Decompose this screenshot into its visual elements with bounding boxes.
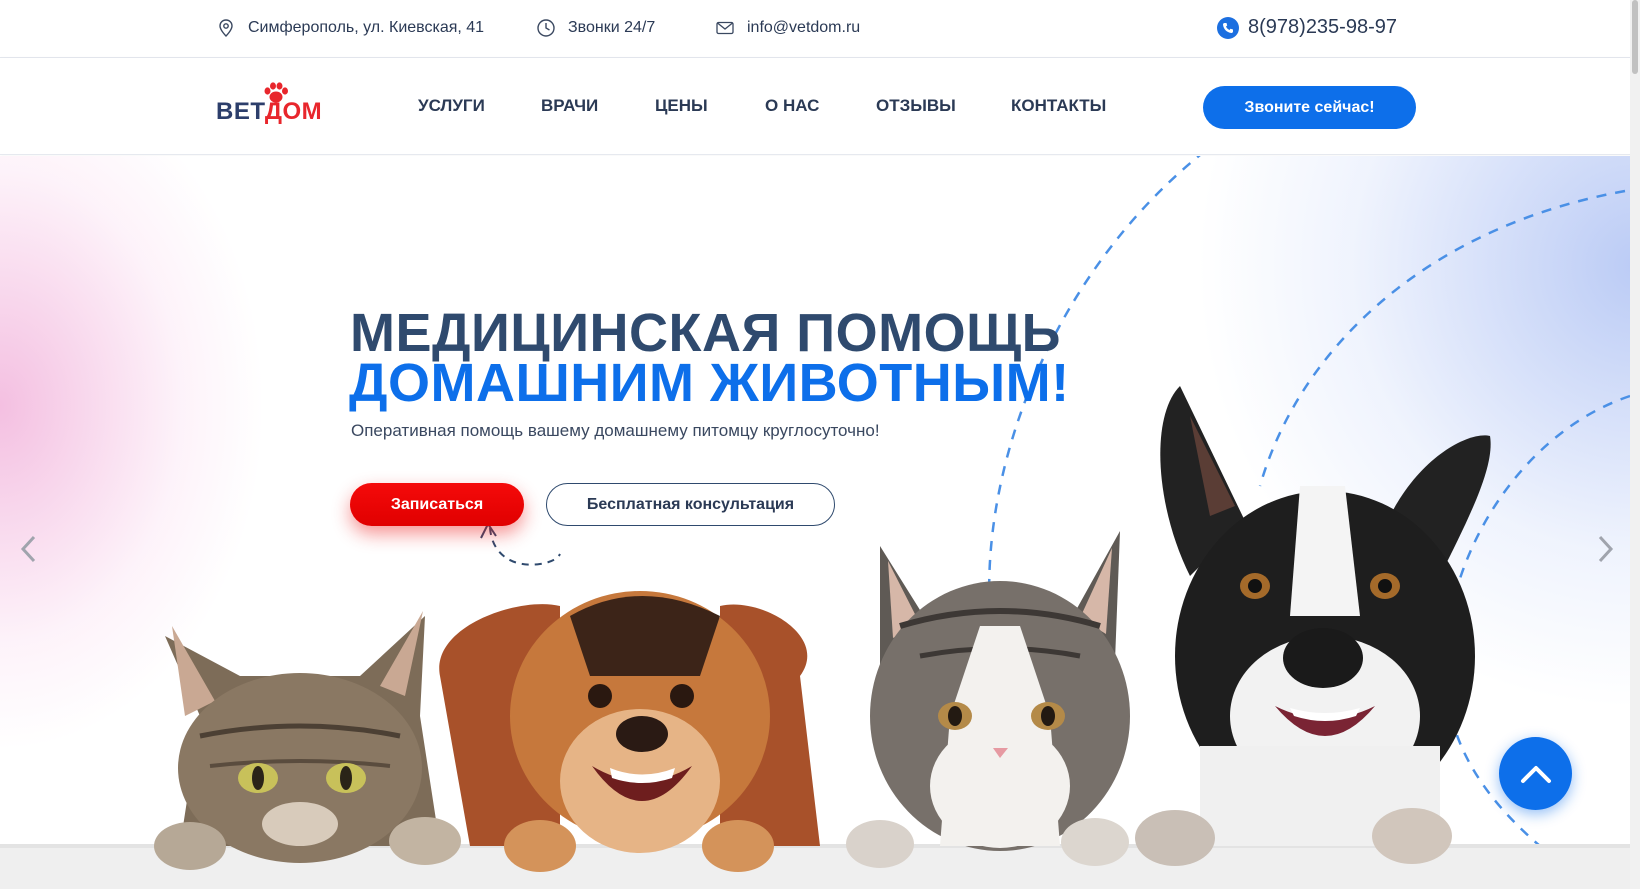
- call-now-button[interactable]: Звоните сейчас!: [1203, 86, 1416, 129]
- scroll-to-top-button[interactable]: [1499, 737, 1572, 810]
- nav-item-services[interactable]: УСЛУГИ: [418, 96, 485, 116]
- brown-dog-illustration: [439, 591, 820, 872]
- main-navbar: ВЕТДОМ УСЛУГИ ВРАЧИ ЦЕНЫ О НАС ОТЗЫВЫ КО…: [0, 58, 1640, 155]
- nav-item-doctors[interactable]: ВРАЧИ: [541, 96, 598, 116]
- chevron-left-icon: [20, 535, 36, 563]
- email-info[interactable]: info@vetdom.ru: [715, 18, 860, 38]
- phone-icon: [1217, 16, 1239, 39]
- logo[interactable]: ВЕТДОМ: [216, 82, 326, 128]
- scrollbar-thumb[interactable]: [1632, 0, 1638, 74]
- kitten-illustration: [846, 531, 1130, 868]
- address-info: Симферополь, ул. Киевская, 41: [216, 18, 484, 38]
- page-scrollbar[interactable]: [1630, 0, 1640, 889]
- free-consultation-button[interactable]: Бесплатная консультация: [546, 483, 835, 526]
- hero-subtitle: Оперативная помощь вашему домашнему пито…: [351, 421, 880, 440]
- address-text: Симферополь, ул. Киевская, 41: [248, 19, 485, 36]
- nav-item-about[interactable]: О НАС: [765, 96, 819, 116]
- black-white-dog-illustration: [1135, 386, 1491, 866]
- chevron-up-icon: [1520, 765, 1551, 783]
- envelope-icon: [716, 21, 734, 35]
- hours-text: Звонки 24/7: [568, 19, 656, 36]
- phone-info[interactable]: 8(978)235-98-97: [1217, 16, 1397, 39]
- location-pin-icon: [219, 19, 233, 37]
- chevron-right-icon: [1598, 535, 1614, 563]
- hero-title-line2: ДОМАШНИМ ЖИВОТНЫМ!: [349, 353, 1070, 413]
- slider-prev-button[interactable]: [14, 529, 44, 569]
- logo-text: ВЕТДОМ: [216, 98, 323, 125]
- slider-next-button[interactable]: [1590, 529, 1620, 569]
- nav-item-reviews[interactable]: ОТЗЫВЫ: [876, 96, 956, 116]
- hero-section: МЕДИЦИНСКАЯ ПОМОЩЬ ДОМАШНИМ ЖИВОТНЫМ! Оп…: [0, 156, 1640, 889]
- book-appointment-button[interactable]: Записаться: [350, 483, 524, 526]
- phone-number[interactable]: 8(978)235-98-97: [1248, 16, 1397, 39]
- clock-icon: [537, 19, 555, 37]
- hours-info: Звонки 24/7: [536, 18, 655, 38]
- nav-item-contacts[interactable]: КОНТАКТЫ: [1011, 96, 1106, 116]
- nav-item-prices[interactable]: ЦЕНЫ: [655, 96, 708, 116]
- tabby-cat-illustration: [154, 611, 461, 870]
- top-info-bar: Симферополь, ул. Киевская, 41 Звонки 24/…: [0, 0, 1640, 58]
- email-link[interactable]: info@vetdom.ru: [747, 19, 860, 37]
